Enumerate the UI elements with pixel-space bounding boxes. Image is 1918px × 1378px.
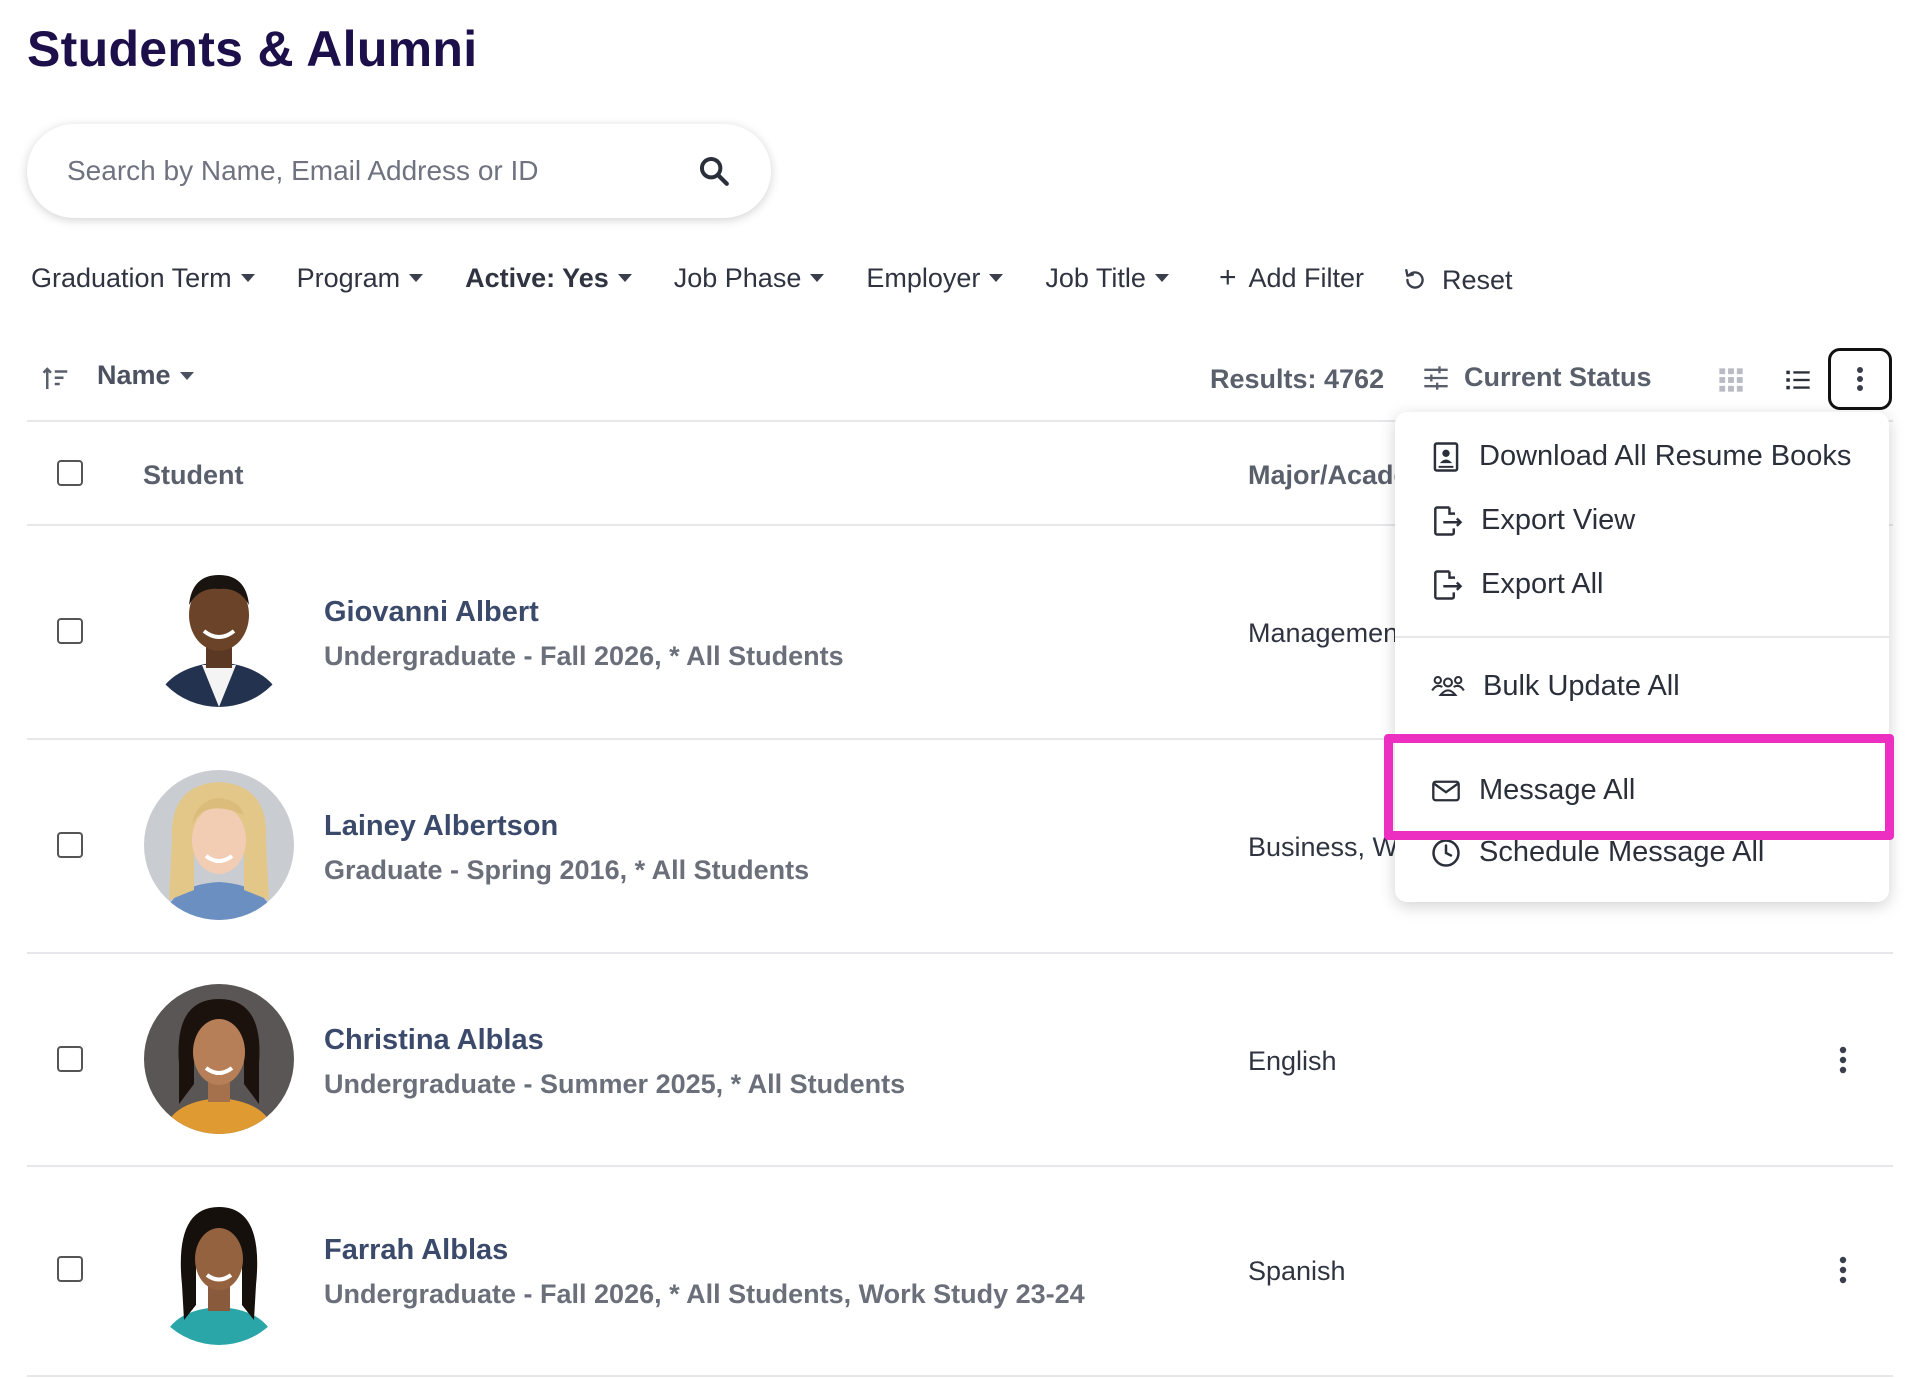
student-program: Undergraduate - Summer 2025, * All Stude… <box>324 1069 906 1099</box>
table-row[interactable]: Christina Alblas Undergraduate - Summer … <box>27 954 1893 1166</box>
current-status-button[interactable]: Current Status <box>1422 362 1652 393</box>
student-name-link[interactable]: Christina Alblas <box>324 1024 544 1057</box>
filter-employer[interactable]: Employer <box>866 263 1004 294</box>
results-toolbar: Name Results: 4762 Current Status <box>27 348 1893 412</box>
export-icon <box>1434 569 1463 600</box>
users-icon <box>1431 675 1465 696</box>
menu-item-message-all[interactable]: Message All <box>1431 774 1635 807</box>
caret-down-icon <box>989 274 1004 282</box>
plus-icon: + <box>1218 261 1237 294</box>
resume-book-icon <box>1433 441 1459 472</box>
sort-icon[interactable] <box>41 364 71 394</box>
search-bar[interactable] <box>27 124 771 218</box>
filter-active[interactable]: Active: Yes <box>465 263 632 294</box>
more-actions-button[interactable] <box>1828 348 1892 410</box>
student-name-link[interactable]: Lainey Albertson <box>324 810 558 843</box>
avatar <box>144 1195 294 1345</box>
export-icon <box>1434 505 1463 536</box>
clock-icon <box>1432 838 1460 867</box>
column-header-major: Major/Acade <box>1248 460 1409 490</box>
row-checkbox[interactable] <box>57 1046 83 1072</box>
student-program: Undergraduate - Fall 2026, * All Student… <box>324 641 844 671</box>
select-all-checkbox[interactable] <box>57 460 83 486</box>
avatar <box>144 770 294 920</box>
sliders-icon <box>1424 365 1448 390</box>
list-view-icon[interactable] <box>1783 366 1813 394</box>
add-filter-button[interactable]: + Add Filter <box>1219 261 1364 295</box>
column-header-student: Student <box>143 460 244 490</box>
caret-down-icon <box>409 274 424 282</box>
results-count: Results: 4762 <box>1210 364 1385 394</box>
student-program: Undergraduate - Fall 2026, * All Student… <box>324 1279 1085 1309</box>
divider <box>27 1375 1893 1377</box>
student-name-link[interactable]: Giovanni Albert <box>324 596 539 629</box>
reset-icon <box>1405 269 1424 289</box>
row-actions-kebab-icon[interactable] <box>1833 1045 1853 1075</box>
filter-program[interactable]: Program <box>297 263 424 294</box>
student-program: Graduate - Spring 2016, * All Students <box>324 855 810 885</box>
table-row[interactable]: Farrah Alblas Undergraduate - Fall 2026,… <box>27 1167 1893 1378</box>
page-title: Students & Alumni <box>27 21 478 77</box>
sort-by-name-dropdown[interactable]: Name <box>97 360 194 391</box>
caret-down-icon <box>1154 274 1169 282</box>
filter-graduation-term[interactable]: Graduation Term <box>31 263 255 294</box>
envelope-icon <box>1432 780 1460 801</box>
row-checkbox[interactable] <box>57 1256 83 1282</box>
filter-job-phase[interactable]: Job Phase <box>674 263 825 294</box>
caret-down-icon <box>240 274 255 282</box>
student-major: Spanish <box>1248 1256 1346 1286</box>
student-major: Business, Wo <box>1248 832 1413 862</box>
avatar <box>144 557 294 707</box>
menu-item-export-view[interactable]: Export View <box>1431 504 1635 537</box>
student-major: English <box>1248 1046 1337 1076</box>
row-checkbox[interactable] <box>57 618 83 644</box>
row-checkbox[interactable] <box>57 832 83 858</box>
reset-button[interactable]: Reset <box>1402 265 1513 296</box>
caret-down-icon <box>179 371 194 380</box>
menu-item-schedule-message-all[interactable]: Schedule Message All <box>1431 836 1764 869</box>
caret-down-icon <box>810 274 825 282</box>
kebab-icon <box>1857 367 1863 391</box>
avatar <box>144 984 294 1134</box>
search-input[interactable] <box>67 155 697 187</box>
menu-item-download-resume-books[interactable]: Download All Resume Books <box>1431 440 1851 473</box>
student-name-link[interactable]: Farrah Alblas <box>324 1234 508 1267</box>
row-actions-kebab-icon[interactable] <box>1833 1255 1853 1285</box>
more-actions-menu: Download All Resume Books Export View Ex… <box>1395 412 1889 902</box>
menu-item-bulk-update-all[interactable]: Bulk Update All <box>1431 670 1680 703</box>
caret-down-icon <box>617 274 632 282</box>
search-icon[interactable] <box>697 154 731 188</box>
grid-view-icon[interactable] <box>1717 366 1745 394</box>
filter-job-title[interactable]: Job Title <box>1045 263 1169 294</box>
filter-bar: Graduation Term Program Active: Yes Job … <box>31 258 1555 298</box>
student-major: Managemen <box>1248 618 1399 648</box>
menu-item-export-all[interactable]: Export All <box>1431 568 1604 601</box>
menu-divider <box>1395 636 1889 638</box>
